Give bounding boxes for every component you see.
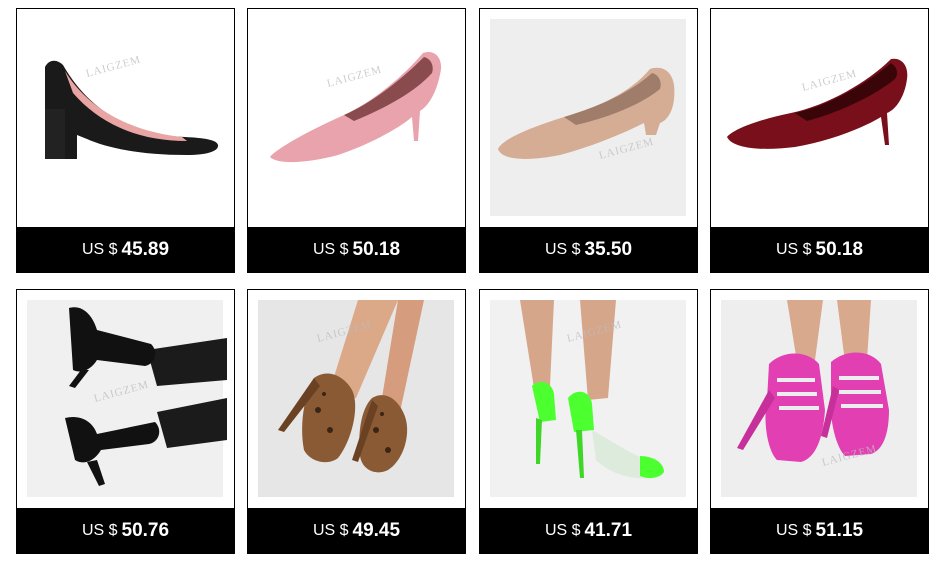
currency-label: US $ — [81, 521, 118, 539]
product-card[interactable]: LAIGZEM US $ 50.18 — [710, 8, 929, 273]
currency-label: US $ — [544, 240, 581, 258]
product-image-neon-green-stiletto[interactable]: LAIGZEM — [480, 290, 695, 505]
product-image-pink-pump[interactable]: LAIGZEM — [248, 9, 463, 224]
price-value: 45.89 — [121, 238, 170, 260]
shoe-image: LAIGZEM — [17, 290, 232, 505]
product-card[interactable]: LAIGZEM US $ 49.45 — [247, 289, 466, 554]
shoe-image: LAIGZEM — [711, 9, 926, 224]
product-image-leopard-platform-heel[interactable]: LAIGZEM — [248, 290, 463, 505]
price-tag: US $ 49.45 — [248, 508, 465, 553]
product-image-burgundy-pump[interactable]: LAIGZEM — [711, 9, 926, 224]
currency-label: US $ — [312, 240, 349, 258]
price-value: 50.18 — [352, 238, 401, 260]
price-tag: US $ 50.18 — [248, 227, 465, 272]
currency-label: US $ — [775, 240, 812, 258]
product-card[interactable]: LAIGZEM US $ 45.89 — [16, 8, 235, 273]
currency-label: US $ — [775, 521, 812, 539]
shoe-image: LAIGZEM — [711, 290, 926, 505]
shoe-image: LAIGZEM — [248, 290, 463, 505]
price-tag: US $ 41.71 — [480, 508, 697, 553]
product-image-nude-pump[interactable]: LAIGZEM — [480, 9, 695, 224]
price-tag: US $ 50.18 — [711, 227, 928, 272]
currency-label: US $ — [81, 240, 118, 258]
product-card[interactable]: LAIGZEM US $ 50.18 — [247, 8, 466, 273]
product-card[interactable]: LAIGZEM US $ 51.15 — [710, 289, 929, 554]
shoe-image: LAIGZEM — [248, 9, 463, 224]
price-value: 41.71 — [584, 519, 633, 541]
product-image-black-platform-heel[interactable]: LAIGZEM — [17, 290, 232, 505]
price-value: 50.18 — [815, 238, 864, 260]
price-value: 50.76 — [121, 519, 170, 541]
product-card[interactable]: LAIGZEM US $ 50.76 — [16, 289, 235, 554]
currency-label: US $ — [544, 521, 581, 539]
product-card[interactable]: LAIGZEM US $ 35.50 — [479, 8, 698, 273]
shoe-image: LAIGZEM — [480, 290, 695, 505]
product-image-black-leather-pump[interactable]: LAIGZEM — [17, 9, 232, 224]
price-tag: US $ 51.15 — [711, 508, 928, 553]
price-value: 49.45 — [352, 519, 401, 541]
price-tag: US $ 45.89 — [17, 227, 234, 272]
shoe-image: LAIGZEM — [17, 9, 232, 224]
product-card[interactable]: LAIGZEM US $ 41.71 — [479, 289, 698, 554]
price-tag: US $ 50.76 — [17, 508, 234, 553]
product-image-pink-lace-up-heel[interactable]: LAIGZEM — [711, 290, 926, 505]
price-value: 51.15 — [815, 519, 864, 541]
price-value: 35.50 — [584, 238, 633, 260]
currency-label: US $ — [312, 521, 349, 539]
price-tag: US $ 35.50 — [480, 227, 697, 272]
shoe-image: LAIGZEM — [480, 9, 695, 224]
